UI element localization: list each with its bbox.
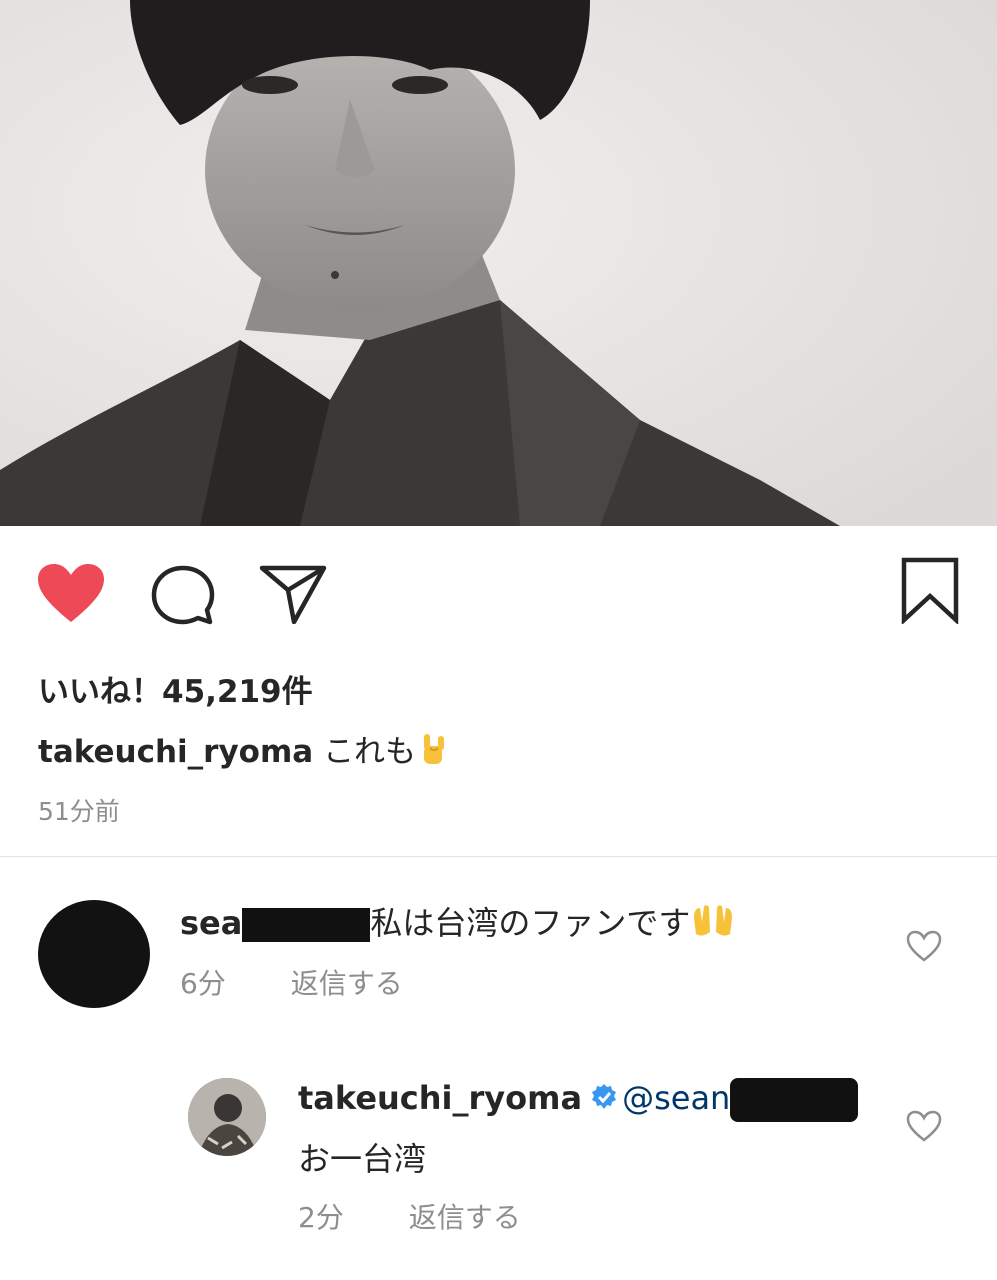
comment-1: sea 私は台湾のファンです <box>180 898 736 948</box>
redacted-username <box>242 908 371 942</box>
comment-time: 2分 <box>298 1201 344 1234</box>
avatar[interactable] <box>188 1078 266 1156</box>
avatar[interactable] <box>38 900 150 1008</box>
comment-time: 6分 <box>180 967 226 1000</box>
verified-badge-icon <box>590 1081 618 1119</box>
comment-text: 私は台湾のファンです <box>370 904 691 942</box>
comment-like-heart-icon[interactable] <box>906 930 942 962</box>
raising-hands-emoji-icon <box>690 902 736 948</box>
sign-of-the-horns-emoji-icon <box>416 732 450 776</box>
caption-username[interactable]: takeuchi_ryoma <box>38 734 313 770</box>
comment-username[interactable]: sea <box>180 904 242 942</box>
post-actions-bar <box>0 526 997 656</box>
divider <box>0 856 997 857</box>
post-time: 51分前 <box>38 797 120 826</box>
reply-button[interactable]: 返信する <box>409 1201 521 1234</box>
comment-1-meta: 6分 返信する <box>180 962 459 1002</box>
bookmark-icon[interactable] <box>900 556 960 624</box>
post-photo[interactable] <box>0 0 997 526</box>
reply-button[interactable]: 返信する <box>291 967 403 1000</box>
comment-like-heart-icon[interactable] <box>906 1110 942 1142</box>
post-caption: takeuchi_ryoma これも <box>38 726 450 776</box>
send-icon[interactable] <box>258 562 328 624</box>
comment-username[interactable]: takeuchi_ryoma <box>298 1079 582 1117</box>
heart-icon[interactable] <box>36 562 106 624</box>
redacted-username <box>730 1078 859 1122</box>
comment-2: takeuchi_ryoma @sean <box>298 1078 859 1122</box>
caption-text: これも <box>323 734 417 770</box>
comment-2-text: お一台湾 <box>298 1140 427 1178</box>
comment-2-meta: 2分 返信する <box>298 1196 577 1236</box>
comment-icon[interactable] <box>150 564 216 626</box>
mention-link[interactable]: @sean <box>622 1079 730 1117</box>
likes-count[interactable]: いいね！45,219件 <box>38 666 313 711</box>
